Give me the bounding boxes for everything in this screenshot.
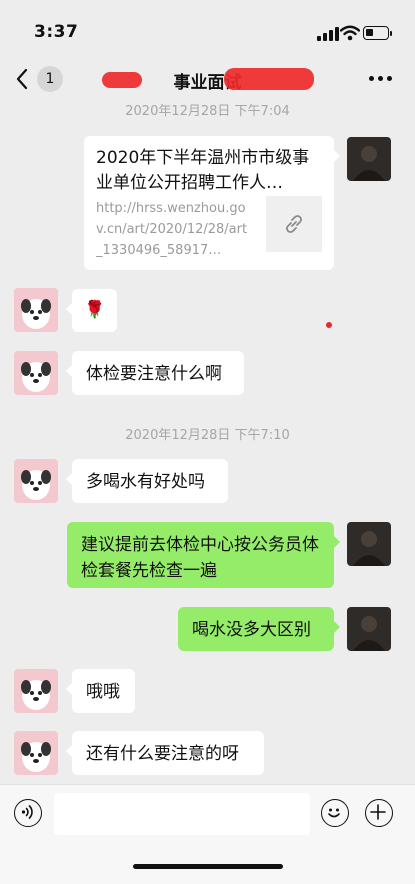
more-button[interactable] <box>369 76 393 82</box>
link-icon <box>286 215 302 233</box>
message-input[interactable] <box>54 793 310 835</box>
timestamp: 2020年12月28日 下午7:04 <box>125 104 290 119</box>
status-time: 3:37 <box>34 22 79 42</box>
link-card-url: http://hrss.wenzhou.gov.cn/art/2020/12/2… <box>96 201 248 258</box>
contact-avatar[interactable] <box>14 459 58 503</box>
red-dot <box>326 322 332 328</box>
battery-icon <box>363 26 392 40</box>
link-thumbnail <box>266 196 322 252</box>
contact-avatar[interactable] <box>14 669 58 713</box>
plus-icon <box>370 804 386 820</box>
home-indicator <box>133 864 283 869</box>
emoji-button[interactable] <box>321 799 349 827</box>
self-avatar[interactable] <box>347 607 391 651</box>
plus-button[interactable] <box>365 799 393 827</box>
wifi-icon <box>340 25 360 41</box>
status-bar: 3:37 <box>0 0 415 56</box>
contact-avatar[interactable] <box>14 731 58 775</box>
contact-avatar[interactable] <box>14 288 58 332</box>
message-bubble-self[interactable]: 喝水没多大区别 <box>178 607 340 651</box>
contact-avatar[interactable] <box>14 351 58 395</box>
self-avatar[interactable] <box>347 137 391 181</box>
self-avatar[interactable] <box>347 522 391 566</box>
message-bubble[interactable]: 还有什么要注意的呀 <box>66 731 264 775</box>
voice-button[interactable] <box>14 799 42 827</box>
message-bubble[interactable]: 多喝水有好处吗 <box>66 459 228 503</box>
link-card-message[interactable]: 2020年下半年温州市市级事业单位公开招聘工作人… http://hrss.we… <box>84 136 340 270</box>
message-bubble[interactable]: 🌹 <box>65 289 118 332</box>
input-bar <box>0 784 415 884</box>
signal-icon <box>317 27 339 41</box>
chat-title: 事业面试 <box>173 73 242 93</box>
message-bubble[interactable]: 体检要注意什么啊 <box>66 351 244 395</box>
timestamp: 2020年12月28日 下午7:10 <box>125 428 290 443</box>
message-bubble-self[interactable]: 建议提前去体检中心按公务员体检套餐先检查一遍 <box>67 522 340 588</box>
emoji-icon <box>328 808 340 818</box>
link-card-title: 2020年下半年温州市市级事业单位公开招聘工作人… <box>96 148 310 193</box>
voice-icon <box>21 805 33 819</box>
redaction-mark <box>224 68 314 90</box>
message-bubble[interactable]: 哦哦 <box>66 669 135 713</box>
chat-header: 1 事业面试 <box>0 56 415 102</box>
